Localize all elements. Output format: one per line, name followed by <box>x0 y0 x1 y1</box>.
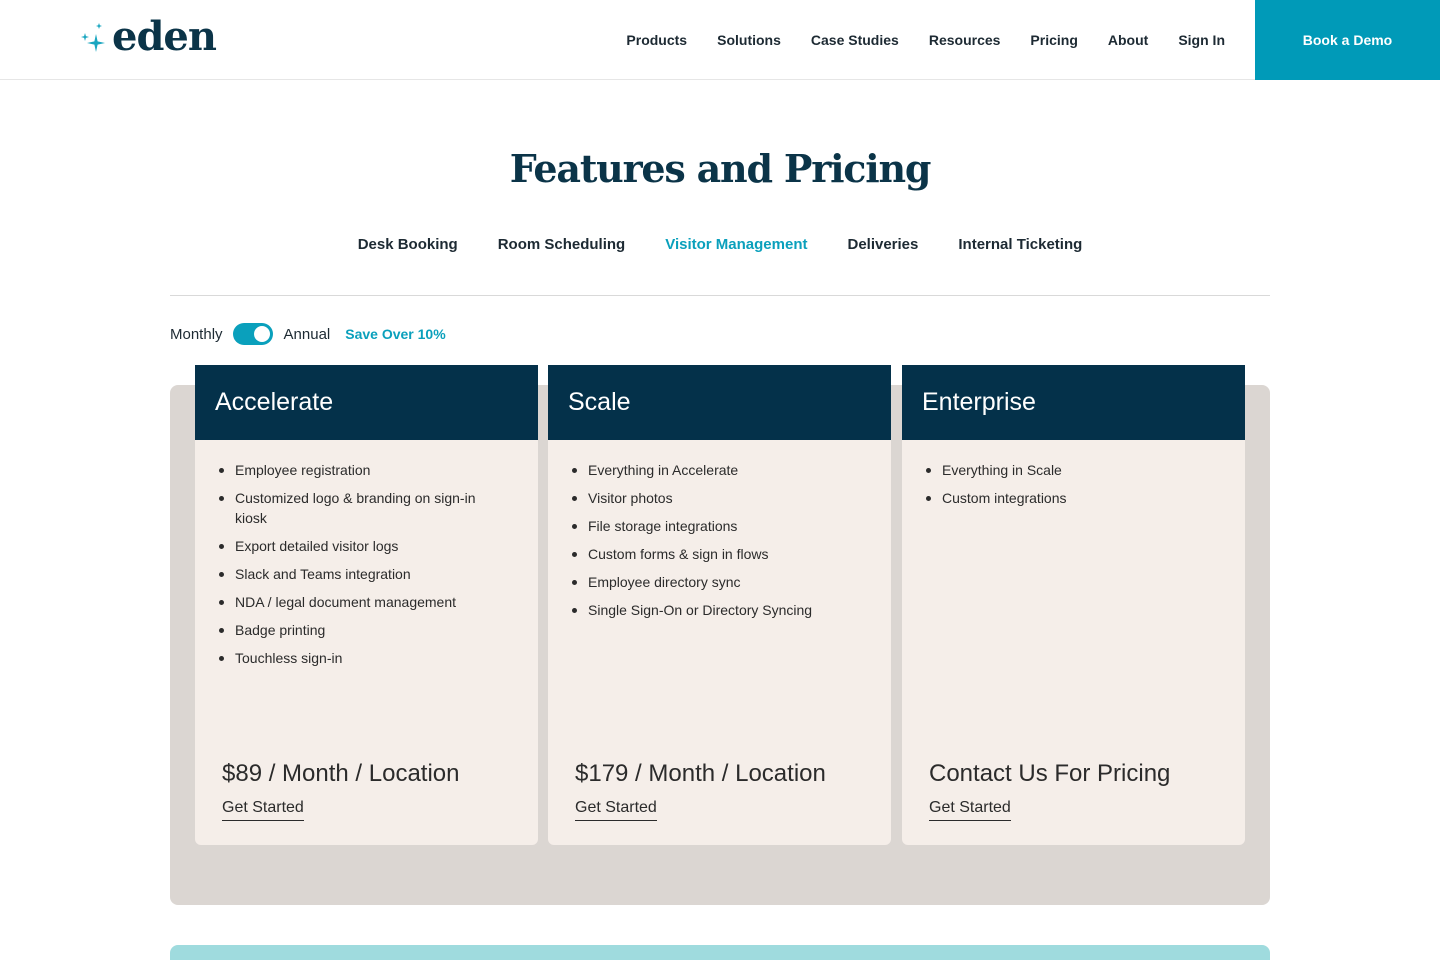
get-started-link[interactable]: Get Started <box>575 799 657 821</box>
plan-name: Scale <box>548 365 891 440</box>
page-title: Features and Pricing <box>509 146 932 191</box>
feature-item: Everything in Scale <box>926 460 1225 480</box>
book-demo-button[interactable]: Book a Demo <box>1255 0 1440 80</box>
plan-name: Enterprise <box>902 365 1245 440</box>
save-badge: Save Over 10% <box>345 326 446 342</box>
tab-room-scheduling[interactable]: Room Scheduling <box>498 236 626 253</box>
annual-label: Annual <box>283 325 331 343</box>
feature-item: Single Sign-On or Directory Syncing <box>572 600 871 620</box>
billing-switch[interactable] <box>232 323 273 345</box>
monthly-label: Monthly <box>170 325 223 343</box>
nav-about[interactable]: About <box>1108 32 1148 48</box>
feature-item: File storage integrations <box>572 516 871 536</box>
nav-resources[interactable]: Resources <box>929 32 1001 48</box>
feature-item: Touchless sign-in <box>219 648 518 668</box>
plan-price: Contact Us For Pricing <box>929 760 1171 787</box>
main-nav: Products Solutions Case Studies Resource… <box>596 0 1225 80</box>
toggle-knob <box>253 326 270 342</box>
feature-item: Employee directory sync <box>572 572 871 592</box>
brand-name: eden <box>112 13 217 60</box>
plan-price: $89 / Month / Location <box>222 760 460 787</box>
site-header: eden Products Solutions Case Studies Res… <box>0 0 1440 80</box>
billing-toggle: Monthly Annual Save Over 10% <box>170 322 446 346</box>
nav-pricing[interactable]: Pricing <box>1030 32 1077 48</box>
feature-list: Everything in Accelerate Visitor photos … <box>548 440 891 620</box>
nav-products[interactable]: Products <box>626 32 687 48</box>
get-started-link[interactable]: Get Started <box>222 799 304 821</box>
nav-solutions[interactable]: Solutions <box>717 32 781 48</box>
feature-item: Badge printing <box>219 620 518 640</box>
product-tabs: Desk Booking Room Scheduling Visitor Man… <box>0 236 1440 253</box>
plan-price: $179 / Month / Location <box>575 760 826 787</box>
feature-item: Customized logo & branding on sign-in ki… <box>219 488 518 528</box>
eden-logo[interactable]: eden <box>78 13 217 62</box>
feature-item: Custom integrations <box>926 488 1225 508</box>
tab-visitor-management[interactable]: Visitor Management <box>665 236 807 253</box>
feature-item: Slack and Teams integration <box>219 564 518 584</box>
tabs-divider <box>170 295 1270 296</box>
get-started-link[interactable]: Get Started <box>929 799 1011 821</box>
tab-deliveries[interactable]: Deliveries <box>847 236 918 253</box>
feature-item: Custom forms & sign in flows <box>572 544 871 564</box>
next-section-banner <box>170 945 1270 960</box>
plan-name: Accelerate <box>195 365 538 440</box>
nav-sign-in[interactable]: Sign In <box>1178 32 1225 48</box>
plan-card-enterprise: Enterprise Everything in Scale Custom in… <box>902 365 1245 845</box>
nav-case-studies[interactable]: Case Studies <box>811 32 899 48</box>
plan-card-scale: Scale Everything in Accelerate Visitor p… <box>548 365 891 845</box>
feature-item: Export detailed visitor logs <box>219 536 518 556</box>
feature-item: Employee registration <box>219 460 518 480</box>
tab-desk-booking[interactable]: Desk Booking <box>358 236 458 253</box>
feature-list: Employee registration Customized logo & … <box>195 440 538 668</box>
feature-item: Everything in Accelerate <box>572 460 871 480</box>
sparkle-icon <box>81 23 105 52</box>
plan-card-accelerate: Accelerate Employee registration Customi… <box>195 365 538 845</box>
tab-internal-ticketing[interactable]: Internal Ticketing <box>958 236 1082 253</box>
feature-list: Everything in Scale Custom integrations <box>902 440 1245 508</box>
feature-item: Visitor photos <box>572 488 871 508</box>
feature-item: NDA / legal document management <box>219 592 518 612</box>
